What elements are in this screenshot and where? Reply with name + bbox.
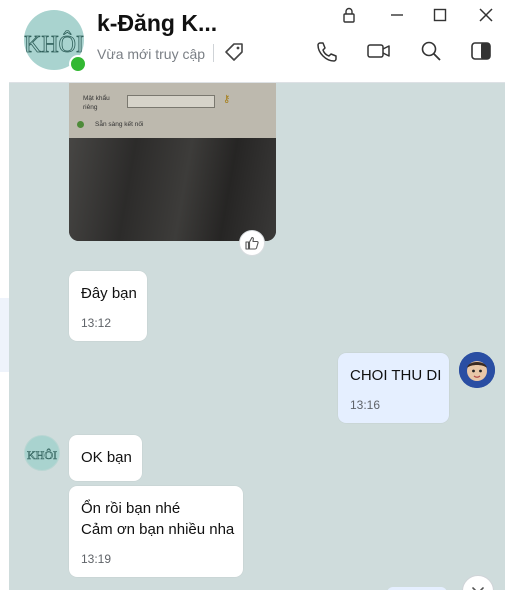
message-bubble-outgoing[interactable]: CHOI THU DI 13:16 — [338, 353, 449, 423]
search-icon[interactable] — [418, 38, 444, 64]
message-bubble-incoming[interactable]: Đây bạn 13:12 — [69, 271, 147, 341]
message-text: Đây bạn — [81, 285, 137, 302]
message-text-line2: Cảm ơn bạn nhiều nha — [81, 521, 235, 538]
photo-screen-area: Mật khẩu riêng ⚷ Sẵn sàng kết nối — [69, 83, 276, 138]
online-status-dot — [69, 55, 87, 73]
message-time: 13:12 — [81, 316, 112, 330]
video-icon[interactable] — [366, 38, 392, 64]
message-area[interactable]: Mật khẩu riêng ⚷ Sẵn sàng kết nối Đây bạ… — [9, 83, 505, 590]
phone-icon[interactable] — [313, 38, 339, 64]
key-icon: ⚷ — [223, 94, 231, 105]
tag-icon[interactable] — [223, 41, 245, 68]
header-divider — [213, 44, 214, 62]
my-avatar[interactable] — [459, 352, 495, 388]
chevron-down-icon — [472, 587, 484, 590]
pin-icon[interactable] — [338, 4, 360, 26]
close-icon[interactable] — [475, 4, 497, 26]
message-text: OK bạn — [81, 449, 132, 466]
last-seen-status: Vừa mới truy cập — [97, 46, 206, 62]
scroll-to-bottom-button[interactable] — [462, 575, 494, 590]
contact-name[interactable]: k-Đăng K... — [97, 10, 217, 37]
selected-conversation-highlight — [0, 298, 9, 372]
image-message[interactable]: Mật khẩu riêng ⚷ Sẵn sàng kết nối — [69, 83, 276, 241]
maximize-icon[interactable] — [429, 4, 451, 26]
message-time: 13:19 — [81, 552, 112, 566]
thumbs-up-icon — [245, 236, 259, 250]
minimize-icon[interactable] — [386, 4, 408, 26]
photo-label-password-line2: riêng — [83, 104, 98, 111]
photo-label-remember: Sẵn sàng kết nối — [95, 121, 144, 128]
message-bubble-incoming[interactable]: Ổn rồi bạn nhé Cảm ơn bạn nhiều nha 13:1… — [69, 486, 243, 577]
sidebar-toggle-icon[interactable] — [468, 38, 494, 64]
message-time: 13:16 — [350, 398, 381, 412]
message-bubble-incoming[interactable]: OK bạn — [69, 435, 142, 481]
contact-avatar-small[interactable]: KHÔI — [24, 435, 60, 471]
photo-input-box — [127, 95, 215, 108]
small-avatar-text: KHÔI — [27, 448, 57, 462]
photo-label-password: Mật khẩu — [83, 95, 110, 102]
photo-check-icon — [77, 121, 84, 128]
chat-header: KHÔI k-Đăng K... Vừa mới truy cập — [9, 0, 505, 83]
message-text: Ổn rồi bạn nhé — [81, 500, 181, 517]
like-reaction-button[interactable] — [239, 230, 265, 256]
avatar-text: KHÔI — [24, 31, 84, 58]
photo-dark-area — [69, 138, 276, 241]
message-text: CHOI THU DI — [350, 367, 442, 384]
